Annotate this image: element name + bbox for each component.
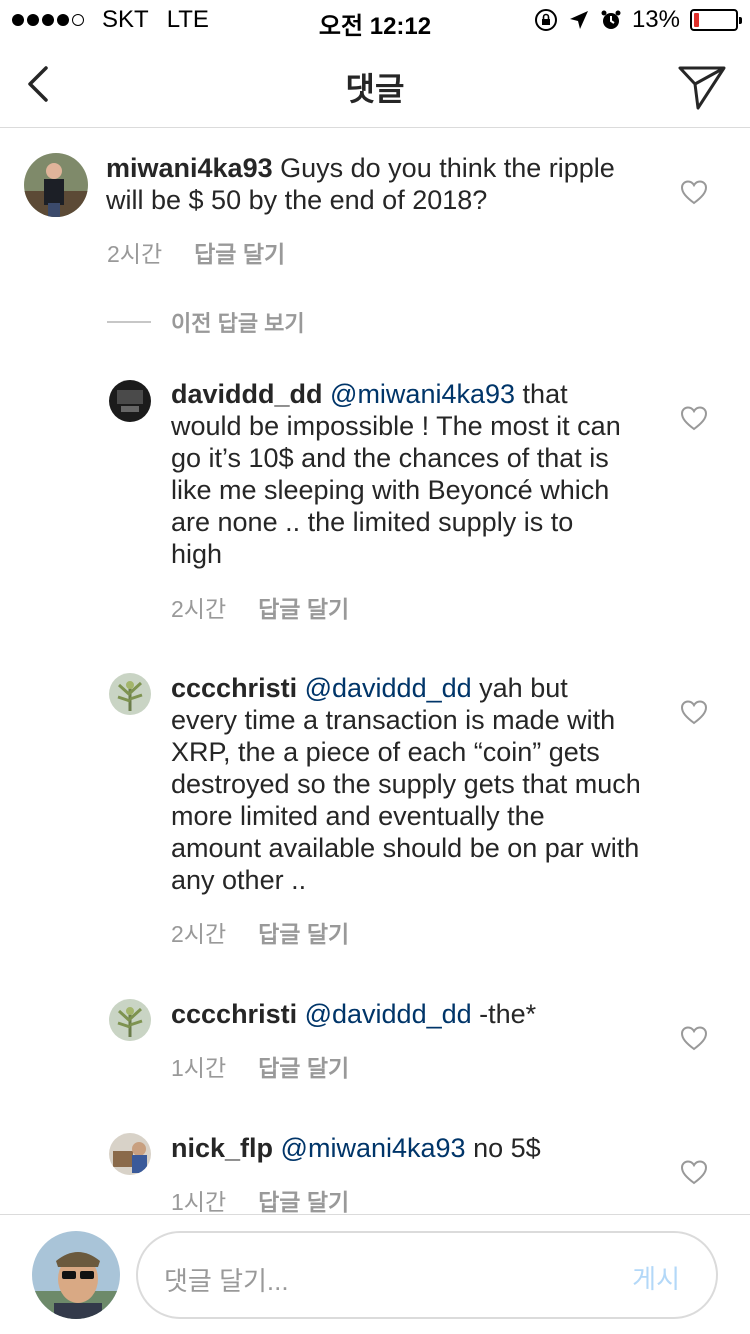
avatar[interactable] — [109, 999, 151, 1041]
rotation-lock-icon — [534, 9, 557, 31]
comment-input-placeholder: 댓글 달기... — [164, 1266, 289, 1296]
comment-composer: 댓글 달기... 게시 — [0, 1214, 750, 1334]
comment-timestamp: 2시간 — [171, 921, 227, 947]
heart-icon[interactable] — [679, 1157, 709, 1187]
view-previous-replies[interactable]: 이전 답글 보기 — [107, 306, 305, 338]
comment-mention[interactable]: @miwani4ka93 — [330, 379, 515, 409]
avatar — [32, 1231, 120, 1319]
page-title: 댓글 — [345, 71, 405, 107]
reply-button[interactable]: 답글 달기 — [258, 1183, 349, 1217]
reply-button[interactable]: 답글 달기 — [258, 915, 349, 949]
location-arrow-icon — [569, 11, 588, 29]
status-right: 13% — [534, 6, 742, 34]
comment-timestamp: 1시간 — [171, 1055, 227, 1081]
heart-icon[interactable] — [679, 177, 709, 207]
avatar[interactable] — [109, 380, 151, 422]
comment-username[interactable]: daviddd_dd — [171, 379, 323, 409]
paper-plane-icon[interactable] — [676, 60, 728, 112]
heart-icon[interactable] — [679, 697, 709, 727]
comment-username[interactable]: cccchristi — [171, 673, 297, 703]
heart-icon[interactable] — [679, 403, 709, 433]
avatar[interactable] — [24, 153, 88, 217]
comment-body: -the* — [479, 999, 537, 1029]
avatar[interactable] — [109, 673, 151, 715]
comment-mention[interactable]: @daviddd_dd — [305, 673, 472, 703]
status-bar: SKT LTE 오전 12:12 13% — [0, 0, 750, 40]
comment-body: yah but every time a transaction is made… — [171, 673, 641, 895]
battery-icon — [690, 9, 742, 31]
reply-button[interactable]: 답글 달기 — [258, 590, 349, 624]
battery-percent: 13% — [631, 6, 680, 33]
battery-level-fill — [694, 13, 700, 27]
comment-body: no 5$ — [473, 1133, 541, 1163]
comment-username[interactable]: nick_flp — [171, 1133, 273, 1163]
comment-username[interactable]: miwani4ka93 — [106, 153, 273, 183]
comment-input[interactable]: 댓글 달기... 게시 — [136, 1231, 718, 1319]
comment-timestamp: 2시간 — [107, 241, 163, 267]
comment-timestamp: 2시간 — [171, 596, 227, 622]
comment-mention[interactable]: @miwani4ka93 — [281, 1133, 466, 1163]
view-previous-replies-label[interactable]: 이전 답글 보기 — [171, 306, 305, 338]
reply-button[interactable]: 답글 달기 — [258, 1049, 349, 1083]
comment-username[interactable]: cccchristi — [171, 999, 297, 1029]
comment-timestamp: 1시간 — [171, 1189, 227, 1215]
reply-button[interactable]: 답글 달기 — [194, 235, 285, 269]
alarm-clock-icon — [601, 10, 621, 29]
divider-line — [107, 321, 151, 323]
nav-bar: 댓글 — [0, 40, 750, 128]
comment-mention[interactable]: @daviddd_dd — [305, 999, 472, 1029]
post-button[interactable]: 게시 — [632, 1259, 680, 1296]
avatar[interactable] — [109, 1133, 151, 1175]
heart-icon[interactable] — [679, 1023, 709, 1053]
